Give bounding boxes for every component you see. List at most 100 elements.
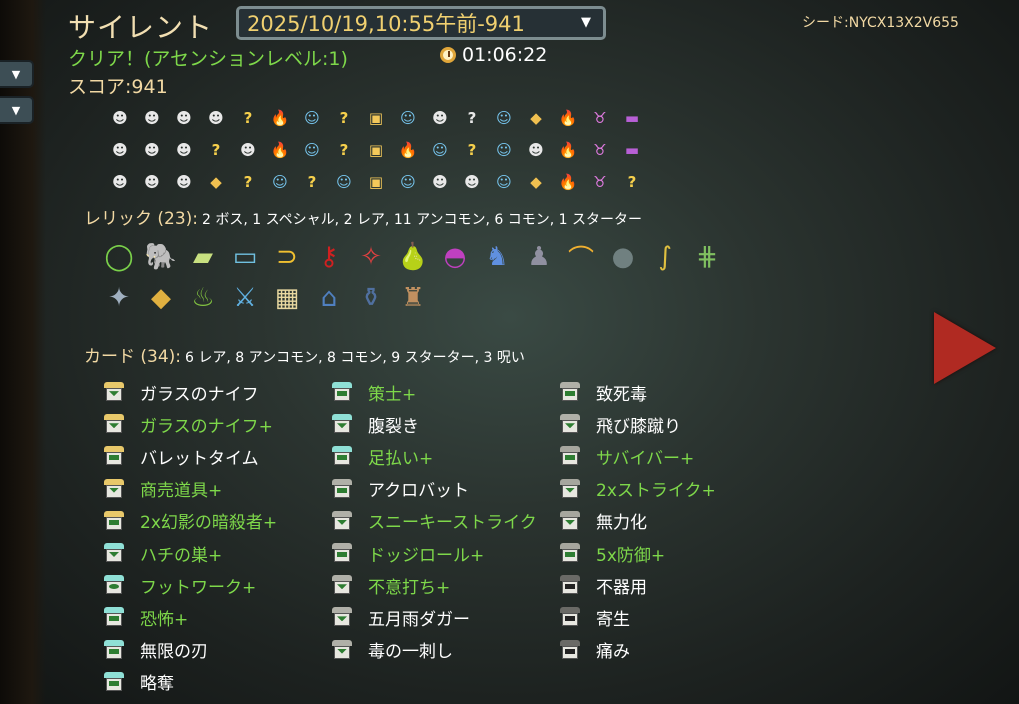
card-item[interactable]: 痛み bbox=[560, 634, 760, 666]
boss-node-icon[interactable]: ♉ bbox=[584, 138, 616, 162]
card-item[interactable]: 策士+ bbox=[332, 376, 560, 408]
card-item[interactable]: 不器用 bbox=[560, 569, 760, 601]
card-item[interactable]: ガラスのナイフ bbox=[104, 376, 332, 408]
card-item[interactable]: 腹裂き bbox=[332, 408, 560, 440]
shop-node-icon[interactable]: ☺ bbox=[488, 106, 520, 130]
shop-node-icon[interactable]: ☺ bbox=[264, 170, 296, 194]
shop-node-icon[interactable]: ☺ bbox=[328, 170, 360, 194]
unknown-treasure-node-icon[interactable]: ? bbox=[232, 170, 264, 194]
card-item[interactable]: 寄生 bbox=[560, 601, 760, 633]
monster-node-icon[interactable]: ☻ bbox=[424, 170, 456, 194]
gold-node-icon[interactable]: ◆ bbox=[200, 170, 232, 194]
next-run-arrow-button[interactable] bbox=[934, 312, 996, 384]
key-relic-icon[interactable]: ⚷ bbox=[310, 238, 348, 276]
gold-node-icon[interactable]: ◆ bbox=[520, 106, 552, 130]
unknown-monster-node-icon[interactable]: ? bbox=[456, 106, 488, 130]
card-item[interactable]: 無限の刃 bbox=[104, 634, 332, 666]
boomerang-relic-icon[interactable]: ⌒ bbox=[562, 238, 600, 276]
kettlebell-relic-icon[interactable]: ● bbox=[604, 238, 642, 276]
chest-node-icon[interactable]: ▬ bbox=[616, 138, 648, 162]
rest-node-icon[interactable]: 🔥 bbox=[264, 106, 296, 130]
filter-dropdown-button-1[interactable]: ▼ bbox=[0, 60, 34, 88]
card-item[interactable]: 足払い+ bbox=[332, 440, 560, 472]
unknown-node-icon[interactable]: ? bbox=[296, 170, 328, 194]
filter-dropdown-button-2[interactable]: ▼ bbox=[0, 96, 34, 124]
monster-node-icon[interactable]: ☻ bbox=[520, 138, 552, 162]
teapot-relic-icon[interactable]: ♨ bbox=[184, 279, 222, 317]
card-item[interactable]: ガラスのナイフ+ bbox=[104, 408, 332, 440]
card-item[interactable]: 2xストライク+ bbox=[560, 473, 760, 505]
gold-node-icon[interactable]: ◆ bbox=[520, 170, 552, 194]
monster-node-icon[interactable]: ☻ bbox=[136, 138, 168, 162]
bird-relic-icon[interactable]: ♞ bbox=[478, 238, 516, 276]
card-item[interactable]: 無力化 bbox=[560, 505, 760, 537]
tiny-house-relic-icon[interactable]: ⌂ bbox=[310, 279, 348, 317]
ring-relic-icon[interactable]: ◯ bbox=[100, 238, 138, 276]
unknown-node-icon[interactable]: ? bbox=[328, 138, 360, 162]
monster-node-icon[interactable]: ☻ bbox=[168, 106, 200, 130]
shop-node-icon[interactable]: ☺ bbox=[424, 138, 456, 162]
card-item[interactable]: 略奪 bbox=[104, 666, 332, 698]
boss-node-icon[interactable]: ♉ bbox=[584, 170, 616, 194]
shop-node-icon[interactable]: ☺ bbox=[296, 138, 328, 162]
monster-node-icon[interactable]: ☻ bbox=[168, 138, 200, 162]
jar-relic-icon[interactable]: ⚱ bbox=[352, 279, 390, 317]
ticket-relic-icon[interactable]: ▭ bbox=[226, 238, 264, 276]
treasure-node-icon[interactable]: ▣ bbox=[360, 106, 392, 130]
card-item[interactable]: 致死毒 bbox=[560, 376, 760, 408]
elephant-relic-icon[interactable]: 🐘 bbox=[142, 238, 180, 276]
ladder-relic-icon[interactable]: ⋕ bbox=[688, 238, 726, 276]
cane-relic-icon[interactable]: ∫ bbox=[646, 238, 684, 276]
shuriken-relic-icon[interactable]: ✦ bbox=[100, 279, 138, 317]
rest-node-icon[interactable]: 🔥 bbox=[392, 138, 424, 162]
shop-node-icon[interactable]: ☺ bbox=[296, 106, 328, 130]
monster-node-icon[interactable]: ☻ bbox=[424, 106, 456, 130]
chest-node-icon[interactable]: ▬ bbox=[616, 106, 648, 130]
shop-node-icon[interactable]: ☺ bbox=[392, 106, 424, 130]
unknown-node-icon[interactable]: ? bbox=[200, 138, 232, 162]
card-item[interactable]: フットワーク+ bbox=[104, 569, 332, 601]
backpack-relic-icon[interactable]: ♜ bbox=[394, 279, 432, 317]
monster-node-icon[interactable]: ☻ bbox=[456, 170, 488, 194]
monster-node-icon[interactable]: ☻ bbox=[136, 170, 168, 194]
card-item[interactable]: バレットタイム bbox=[104, 440, 332, 472]
run-select-dropdown[interactable]: 2025/10/19,10:55午前-941 ▼ bbox=[236, 6, 606, 40]
unknown-node-icon[interactable]: ? bbox=[328, 106, 360, 130]
rest-node-icon[interactable]: 🔥 bbox=[552, 138, 584, 162]
shop-node-icon[interactable]: ☺ bbox=[488, 138, 520, 162]
mouse-relic-icon[interactable]: ♟ bbox=[520, 238, 558, 276]
card-item[interactable]: ハチの巣+ bbox=[104, 537, 332, 569]
card-item[interactable]: アクロバット bbox=[332, 473, 560, 505]
rest-node-icon[interactable]: 🔥 bbox=[552, 170, 584, 194]
card-item[interactable]: 五月雨ダガー bbox=[332, 601, 560, 633]
shop-node-icon[interactable]: ☺ bbox=[392, 170, 424, 194]
claw-relic-icon[interactable]: ✧ bbox=[352, 238, 390, 276]
monster-node-icon[interactable]: ☻ bbox=[168, 170, 200, 194]
treasure-node-icon[interactable]: ▣ bbox=[360, 138, 392, 162]
card-item[interactable]: スニーキーストライク bbox=[332, 505, 560, 537]
rest-node-icon[interactable]: 🔥 bbox=[264, 138, 296, 162]
bread-relic-icon[interactable]: ▦ bbox=[268, 279, 306, 317]
card-item[interactable]: 2x幻影の暗殺者+ bbox=[104, 505, 332, 537]
monster-node-icon[interactable]: ☻ bbox=[232, 138, 264, 162]
shop-node-icon[interactable]: ☺ bbox=[488, 170, 520, 194]
card-item[interactable]: ドッジロール+ bbox=[332, 537, 560, 569]
card-item[interactable]: 毒の一刺し bbox=[332, 634, 560, 666]
monster-node-icon[interactable]: ☻ bbox=[136, 106, 168, 130]
treasure-node-icon[interactable]: ▣ bbox=[360, 170, 392, 194]
unknown-node-icon[interactable]: ? bbox=[232, 106, 264, 130]
card-item[interactable]: 飛び膝蹴り bbox=[560, 408, 760, 440]
fan-relic-icon[interactable]: ◓ bbox=[436, 238, 474, 276]
card-item[interactable]: 商売道具+ bbox=[104, 473, 332, 505]
rest-node-icon[interactable]: 🔥 bbox=[552, 106, 584, 130]
card-item[interactable]: 恐怖+ bbox=[104, 601, 332, 633]
monster-node-icon[interactable]: ☻ bbox=[200, 106, 232, 130]
boss-node-icon[interactable]: ♉ bbox=[584, 106, 616, 130]
crystal-relic-icon[interactable]: ◆ bbox=[142, 279, 180, 317]
unknown-node-icon[interactable]: ? bbox=[456, 138, 488, 162]
pear-relic-icon[interactable]: 🍐 bbox=[394, 238, 432, 276]
monster-node-icon[interactable]: ☻ bbox=[104, 170, 136, 194]
sword-relic-icon[interactable]: ⚔ bbox=[226, 279, 264, 317]
ingot-relic-icon[interactable]: ▰ bbox=[184, 238, 222, 276]
horn-relic-icon[interactable]: ⊃ bbox=[268, 238, 306, 276]
